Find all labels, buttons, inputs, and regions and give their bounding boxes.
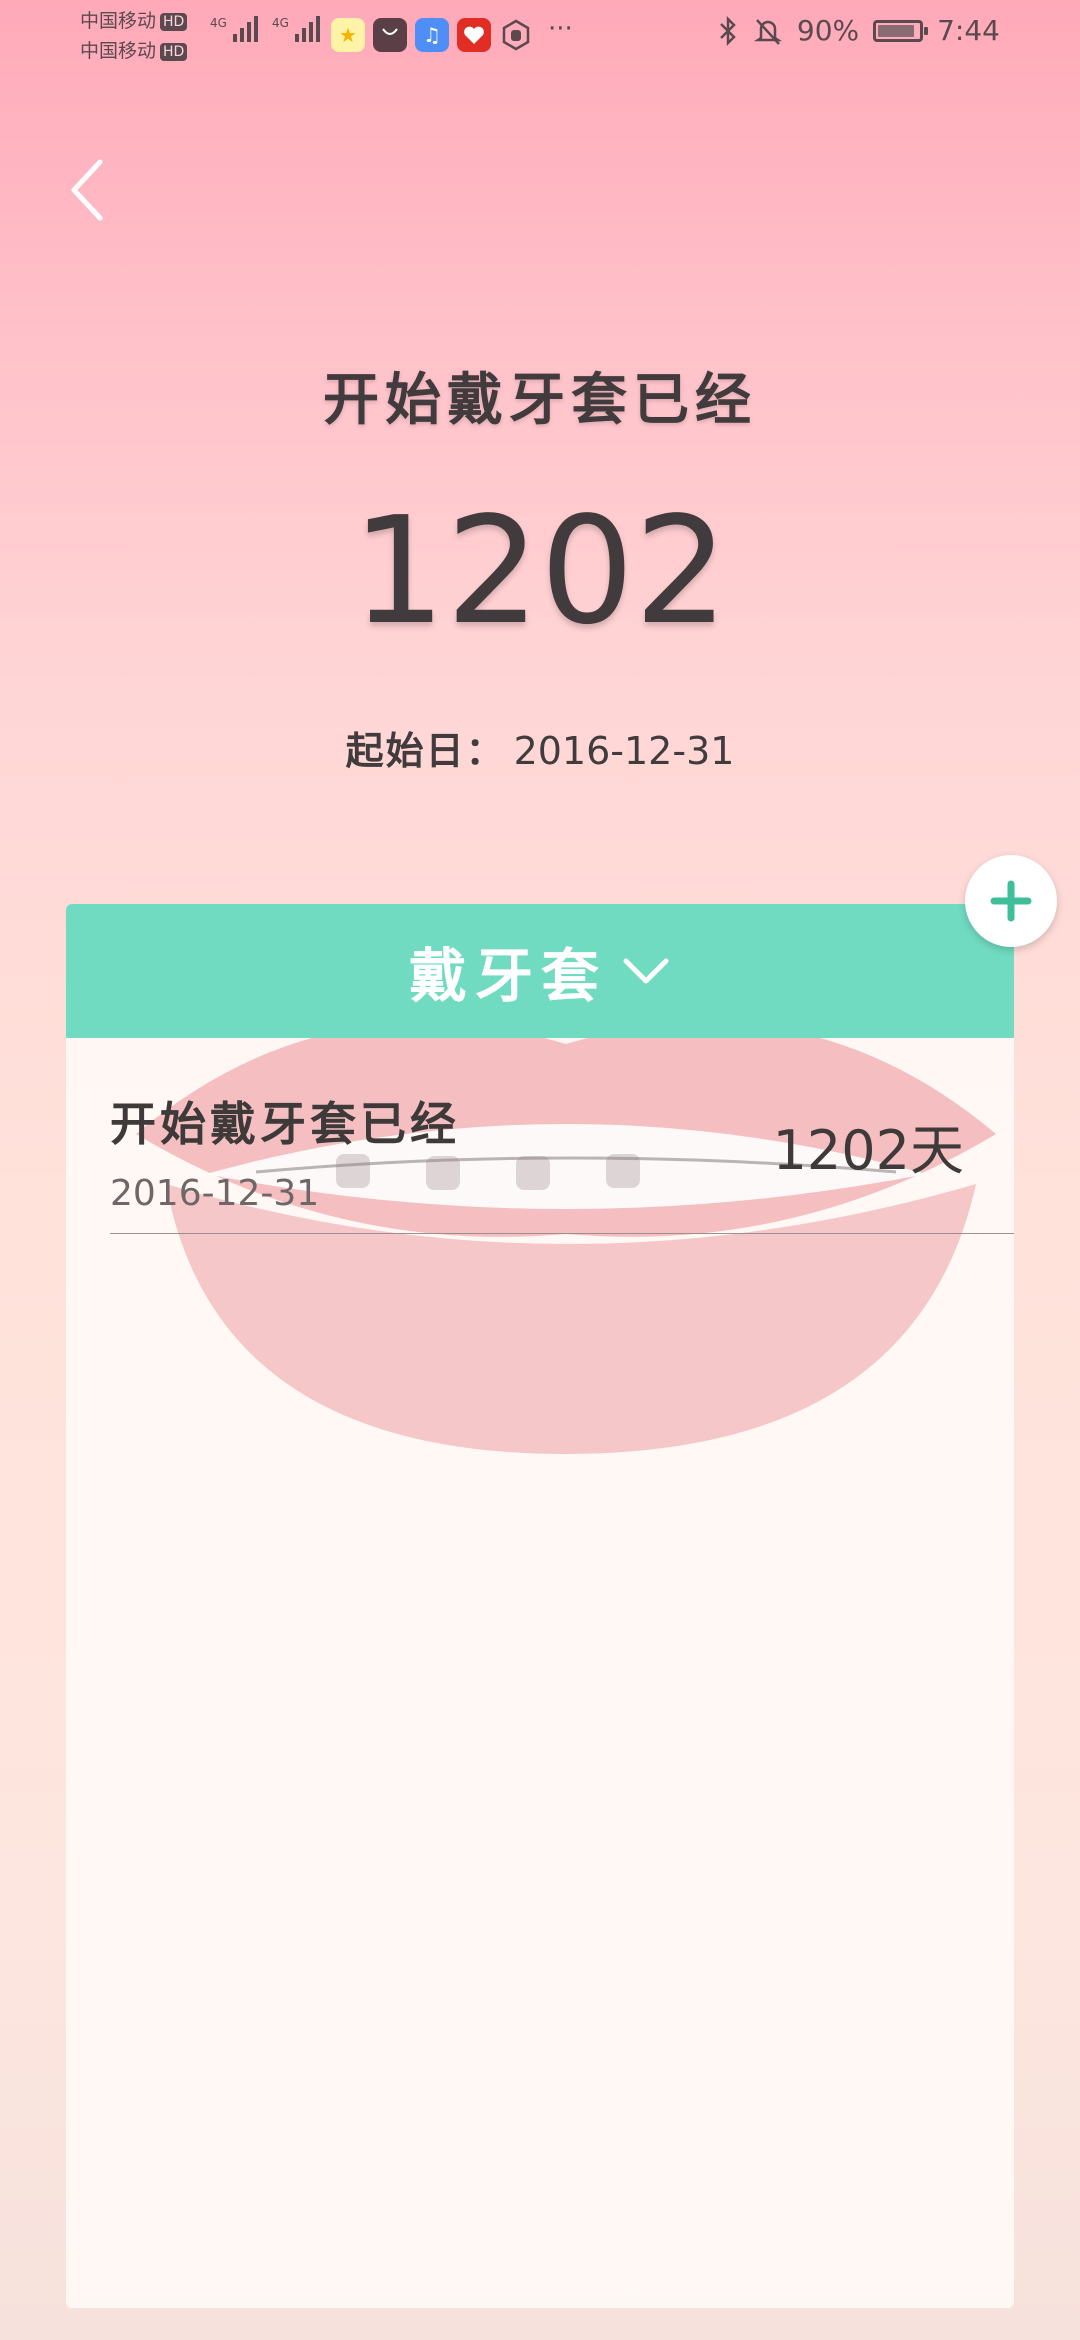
start-date-value: 2016-12-31 [513,729,735,773]
days-counter: 1202 [351,485,729,657]
plus-icon [990,880,1032,922]
battery-percent: 90% [796,14,860,47]
divider [110,1233,1014,1234]
hand-app-icon [499,18,533,52]
mute-bell-icon [753,18,783,45]
pinduoduo-app-icon [457,18,491,52]
signal-1-icon: 4G [210,16,258,42]
battery-icon [873,19,929,42]
store-app-icon [373,18,407,52]
clock: 7:44 [937,14,1000,47]
network-type-1: 4G [210,16,227,30]
more-notifications-icon: ··· [548,14,573,44]
carrier-name-2: 中国移动 [80,40,157,62]
bluetooth-icon [719,15,736,46]
list-item[interactable]: 开始戴牙套已经 2016-12-31 1202天 [110,1038,1014,1234]
star-app-icon: ★ [331,18,365,52]
system-status: 90% 7:44 [717,14,1000,47]
back-arrow-icon [71,159,103,221]
start-date-label: 起始日： [345,729,506,773]
network-type-2: 4G [272,16,289,30]
carrier-name-1: 中国移动 [80,10,157,32]
item-days: 1202天 [772,1119,964,1182]
battery-level [878,24,915,37]
status-bar: 中国移动 HD 中国移动 HD 4G 4G ★ ♫ ··· 90% 7:44 [0,0,1080,72]
chevron-down-icon [623,958,669,984]
back-button[interactable] [60,150,120,230]
music-app-icon: ♫ [415,18,449,52]
carrier-info: 中国移动 HD 中国移动 HD [80,6,188,66]
add-button[interactable] [965,855,1057,947]
start-date-row: 起始日： 2016-12-31 [0,720,1080,775]
item-title: 开始戴牙套已经 [110,1097,460,1151]
category-title: 戴牙套 [408,942,607,1010]
page-title: 开始戴牙套已经 [323,368,757,433]
signal-2-icon: 4G [272,16,320,42]
category-selector[interactable]: 戴牙套 [66,904,1014,1038]
hd-badge-2: HD [160,42,188,61]
item-date: 2016-12-31 [110,1173,320,1214]
event-card: 戴牙套 开始戴牙套已经 2016-12-31 1202天 [66,904,1014,2308]
hd-badge-1: HD [160,12,188,31]
